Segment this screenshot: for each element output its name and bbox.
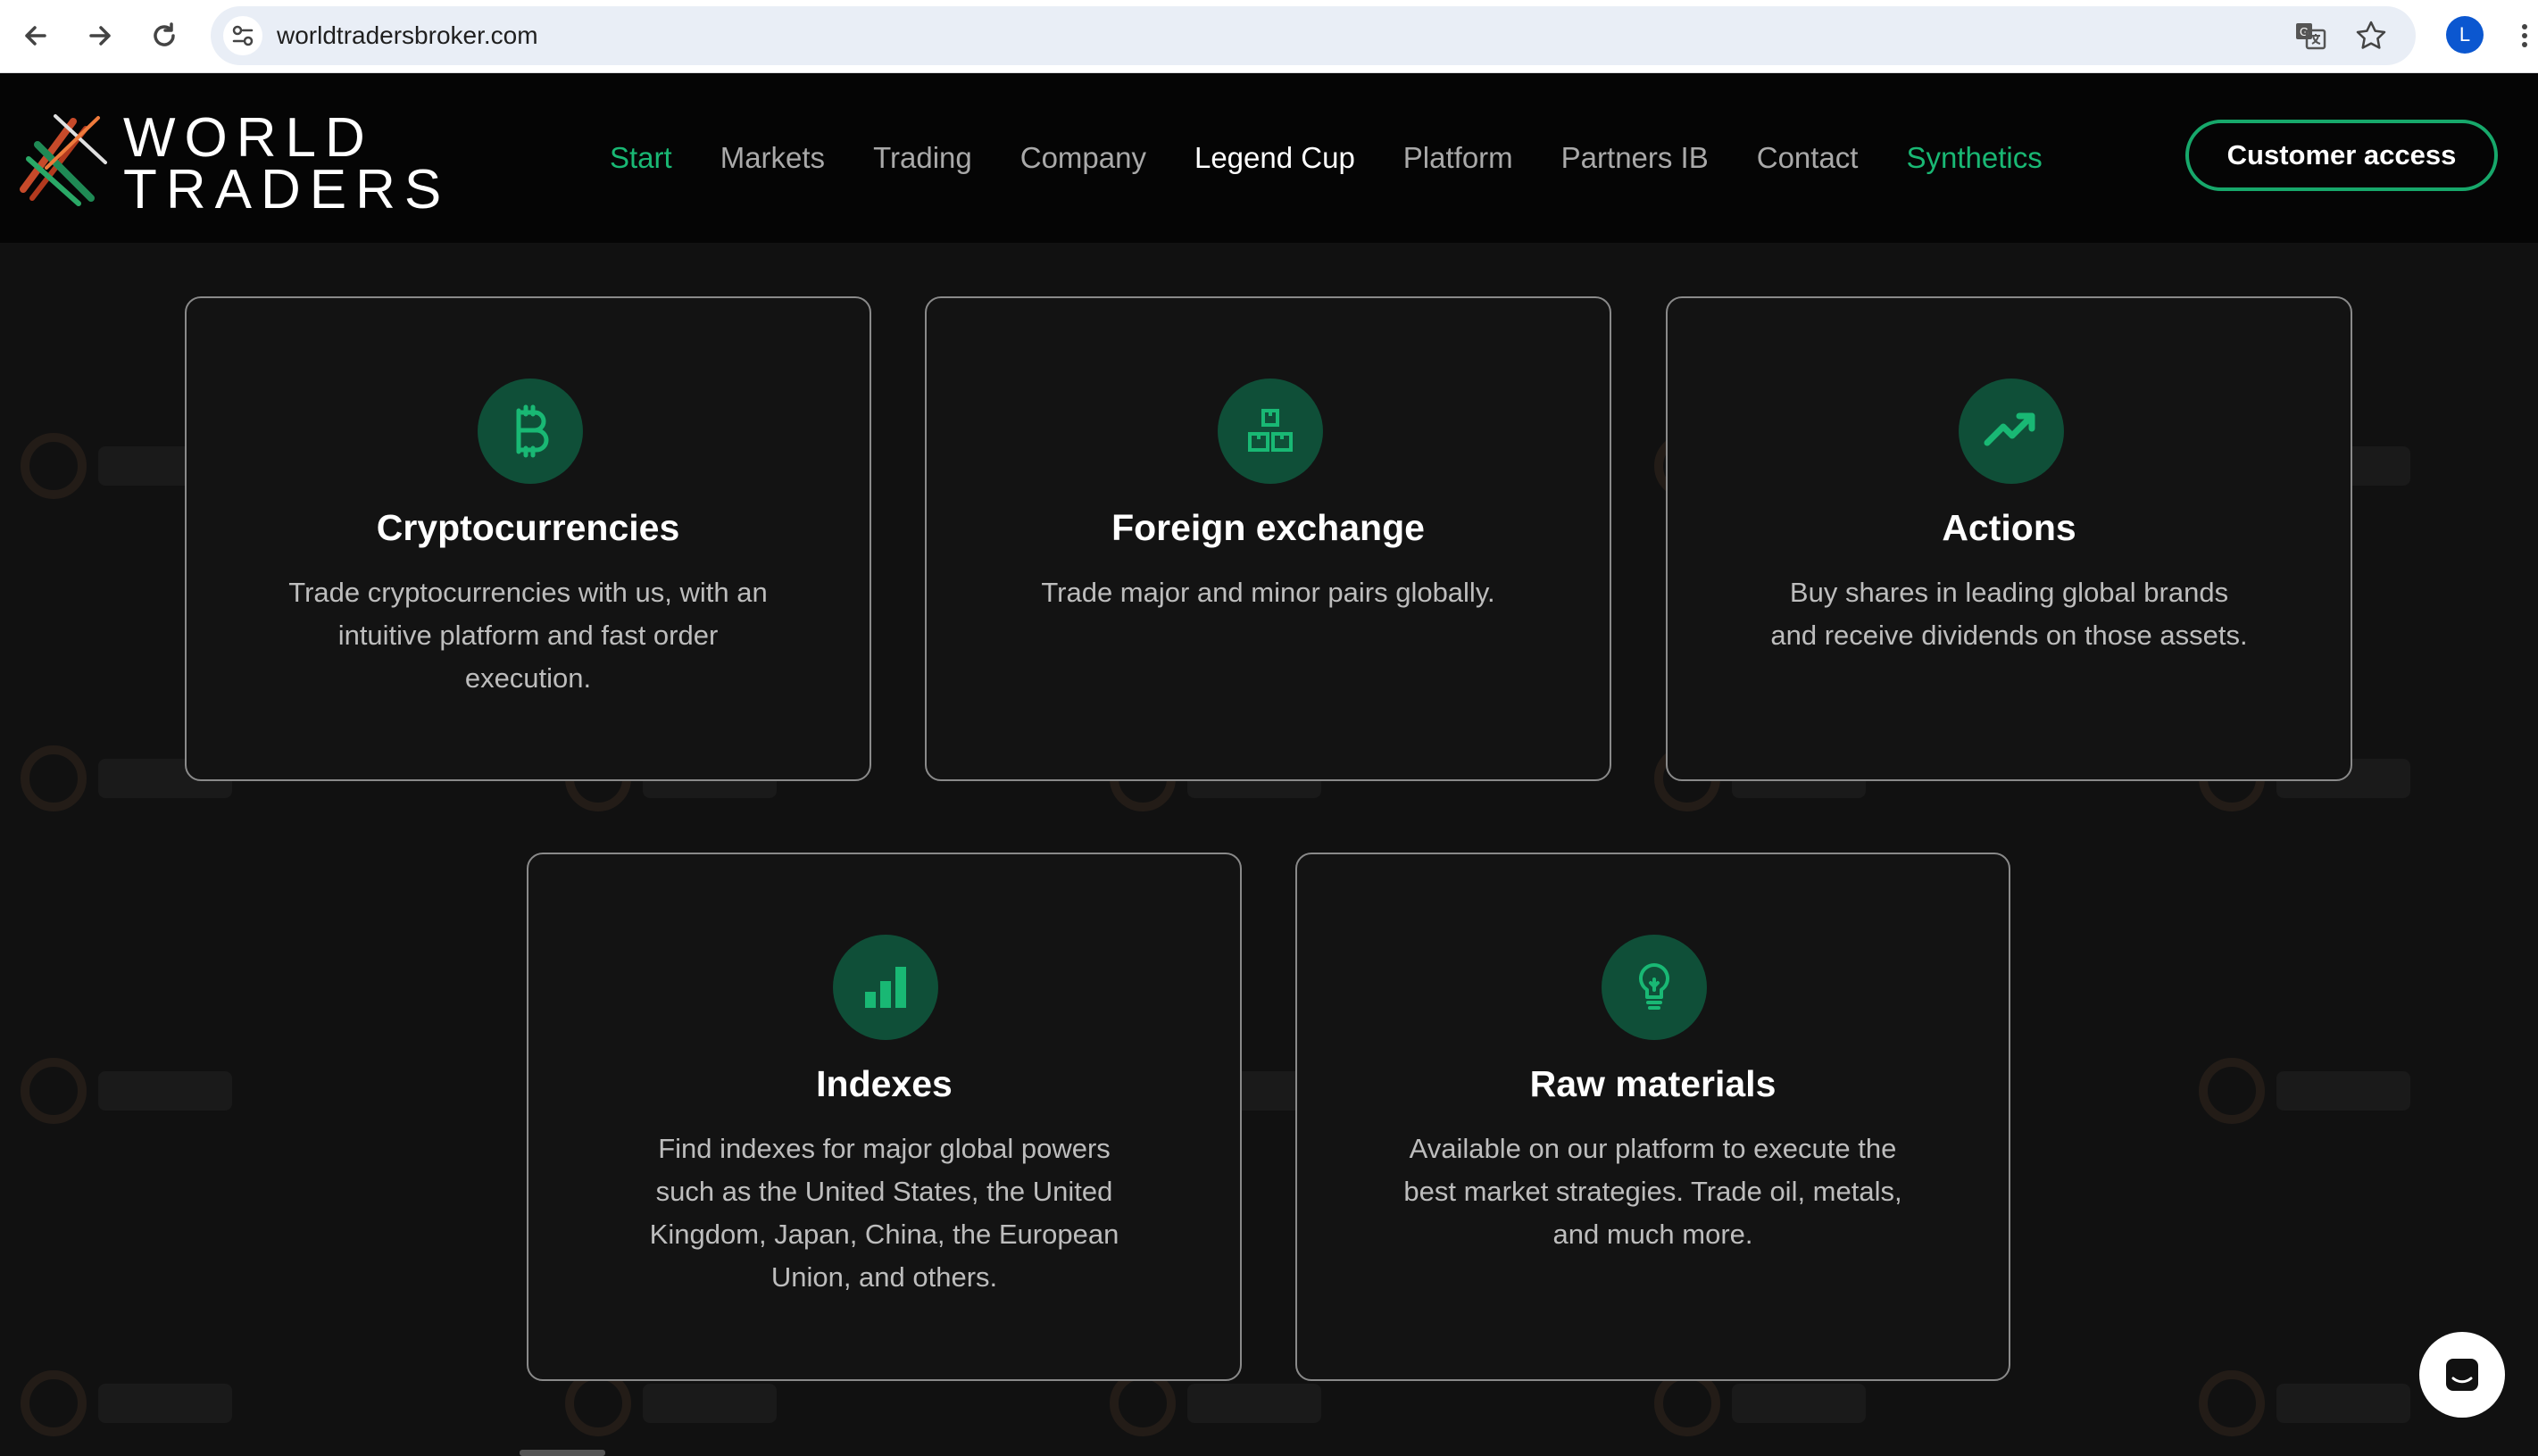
brand-wordmark[interactable]: WORLD TRADERS — [123, 107, 451, 220]
desc-line: and receive dividends on those assets. — [1770, 620, 2248, 651]
reload-icon[interactable] — [141, 12, 187, 59]
address-bar[interactable]: worldtradersbroker.com G — [211, 6, 2416, 65]
nav-start[interactable]: Start — [610, 141, 672, 175]
card-title: Indexes — [816, 1063, 953, 1104]
desc-line: Available on our platform to execute the — [1409, 1133, 1897, 1164]
desc-line: Trade cryptocurrencies with us, with an — [288, 577, 768, 608]
world-traders-logo-icon[interactable] — [20, 109, 111, 207]
card-description: Available on our platform to execute the… — [1324, 1127, 1982, 1256]
back-arrow-icon[interactable] — [12, 12, 59, 59]
site-info-icon[interactable] — [223, 16, 262, 55]
chat-icon — [2446, 1359, 2478, 1391]
nav-synthetics[interactable]: Synthetics — [1906, 141, 2042, 175]
card-title: Actions — [1942, 507, 2076, 548]
card-raw-materials[interactable]: Raw materials Available on our platform … — [1295, 853, 2010, 1381]
bar-chart-icon — [833, 935, 938, 1040]
boxes-icon — [1218, 379, 1323, 484]
desc-line: best market strategies. Trade oil, metal… — [1403, 1176, 1902, 1207]
brand-line-1: WORLD — [123, 107, 374, 169]
card-title: Foreign exchange — [1111, 507, 1425, 548]
desc-line: Buy shares in leading global brands — [1789, 577, 2229, 608]
nav-legend-cup[interactable]: Legend Cup — [1194, 141, 1355, 175]
nav-platform[interactable]: Platform — [1403, 141, 1513, 175]
site-header: WORLD TRADERS Start Markets Trading Comp… — [0, 73, 2538, 243]
card-cryptocurrencies[interactable]: Cryptocurrencies Trade cryptocurrencies … — [185, 296, 871, 781]
bitcoin-icon — [478, 379, 583, 484]
card-title: Raw materials — [1529, 1063, 1777, 1104]
desc-line: Trade major and minor pairs globally. — [1041, 577, 1495, 608]
main-nav: Start Markets Trading Company Legend Cup… — [610, 73, 2091, 243]
desc-line: and much more. — [1552, 1219, 1753, 1250]
desc-line: Union, and others. — [770, 1261, 998, 1293]
browser-toolbar: worldtradersbroker.com G L — [0, 0, 2538, 73]
nav-contact[interactable]: Contact — [1757, 141, 1859, 175]
trending-up-icon — [1959, 379, 2064, 484]
card-indexes[interactable]: Indexes Find indexes for major global po… — [527, 853, 1242, 1381]
profile-avatar[interactable]: L — [2446, 16, 2484, 54]
desc-line: intuitive platform and fast order — [337, 620, 719, 651]
card-title: Cryptocurrencies — [376, 507, 680, 548]
customer-access-button[interactable]: Customer access — [2185, 120, 2498, 191]
desc-line: execution. — [464, 662, 592, 694]
desc-line: Kingdom, Japan, China, the European — [649, 1219, 1119, 1250]
translate-icon[interactable]: G — [2291, 16, 2330, 55]
card-description: Find indexes for major global powers suc… — [555, 1127, 1213, 1299]
nav-partners-ib[interactable]: Partners IB — [1561, 141, 1709, 175]
desc-line: such as the United States, the United — [655, 1176, 1113, 1207]
bookmark-star-icon[interactable] — [2351, 16, 2391, 55]
brand-line-2: TRADERS — [123, 159, 451, 220]
card-description: Buy shares in leading global brands and … — [1694, 571, 2324, 657]
card-description: Trade major and minor pairs globally. — [953, 571, 1583, 614]
scroll-indicator — [520, 1450, 605, 1456]
card-actions[interactable]: Actions Buy shares in leading global bra… — [1666, 296, 2352, 781]
forward-arrow-icon[interactable] — [77, 12, 123, 59]
nav-markets[interactable]: Markets — [720, 141, 825, 175]
url-text[interactable]: worldtradersbroker.com — [277, 6, 538, 65]
desc-line: Find indexes for major global powers — [658, 1133, 1111, 1164]
card-foreign-exchange[interactable]: Foreign exchange Trade major and minor p… — [925, 296, 1611, 781]
card-description: Trade cryptocurrencies with us, with an … — [213, 571, 843, 700]
nav-trading[interactable]: Trading — [873, 141, 972, 175]
more-menu-icon[interactable] — [2514, 12, 2535, 59]
chat-launcher-button[interactable] — [2419, 1332, 2505, 1418]
nav-company[interactable]: Company — [1020, 141, 1146, 175]
lightbulb-icon — [1602, 935, 1707, 1040]
